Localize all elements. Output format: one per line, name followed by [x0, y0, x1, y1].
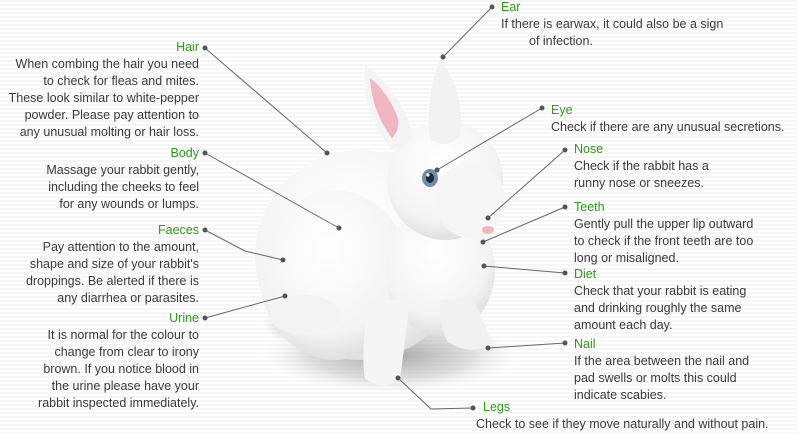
legs-text: Check to see if they move naturally and …: [476, 417, 769, 431]
eye-title: Eye: [551, 103, 573, 117]
callout-faeces: Faeces Pay attention to the amount, shap…: [26, 222, 199, 307]
teeth-text: Gently pull the upper lip outward to che…: [574, 217, 754, 265]
body-title: Body: [170, 146, 200, 160]
legs-title: Legs: [483, 400, 511, 414]
callout-hair: Hair When combing the hair you need to c…: [9, 39, 199, 141]
nail-text: If the area between the nail and pad swe…: [574, 354, 750, 402]
diet-title: Diet: [574, 267, 597, 281]
diet-text: Check that your rabbit is eating and dri…: [574, 284, 747, 332]
body-text: Massage your rabbit gently, including th…: [46, 163, 199, 211]
eye-text: Check if there are any unusual secretion…: [551, 120, 785, 134]
ear-text: If there is earwax, it could also be a s…: [501, 17, 724, 48]
callout-nail: Nail If the area between the nail and pa…: [574, 336, 749, 404]
rabbit-health-diagram: Ear If there is earwax, it could also be…: [0, 0, 797, 433]
callout-body: Body Massage your rabbit gently, includi…: [46, 145, 199, 213]
ear-title: Ear: [501, 0, 521, 14]
urine-text: It is normal for the colour to change fr…: [38, 328, 199, 410]
nose-text: Check if the rabbit has a runny nose or …: [574, 159, 709, 190]
callout-teeth: Teeth Gently pull the upper lip outward …: [574, 199, 753, 267]
callout-nose: Nose Check if the rabbit has a runny nos…: [574, 141, 709, 192]
nail-title: Nail: [574, 337, 596, 351]
callout-ear: Ear If there is earwax, it could also be…: [501, 0, 723, 50]
faeces-text: Pay attention to the amount, shape and s…: [25, 240, 199, 305]
callout-eye: Eye Check if there are any unusual secre…: [551, 102, 784, 136]
hair-title: Hair: [176, 40, 199, 54]
callout-diet: Diet Check that your rabbit is eating an…: [574, 266, 746, 334]
faeces-title: Faeces: [158, 223, 199, 237]
nose-title: Nose: [574, 142, 604, 156]
callout-legs: Legs Check to see if they move naturally…: [476, 399, 769, 433]
callout-urine: Urine It is normal for the colour to cha…: [38, 310, 199, 412]
teeth-title: Teeth: [574, 200, 605, 214]
urine-title: Urine: [169, 311, 199, 325]
hair-text: When combing the hair you need to check …: [8, 57, 199, 139]
